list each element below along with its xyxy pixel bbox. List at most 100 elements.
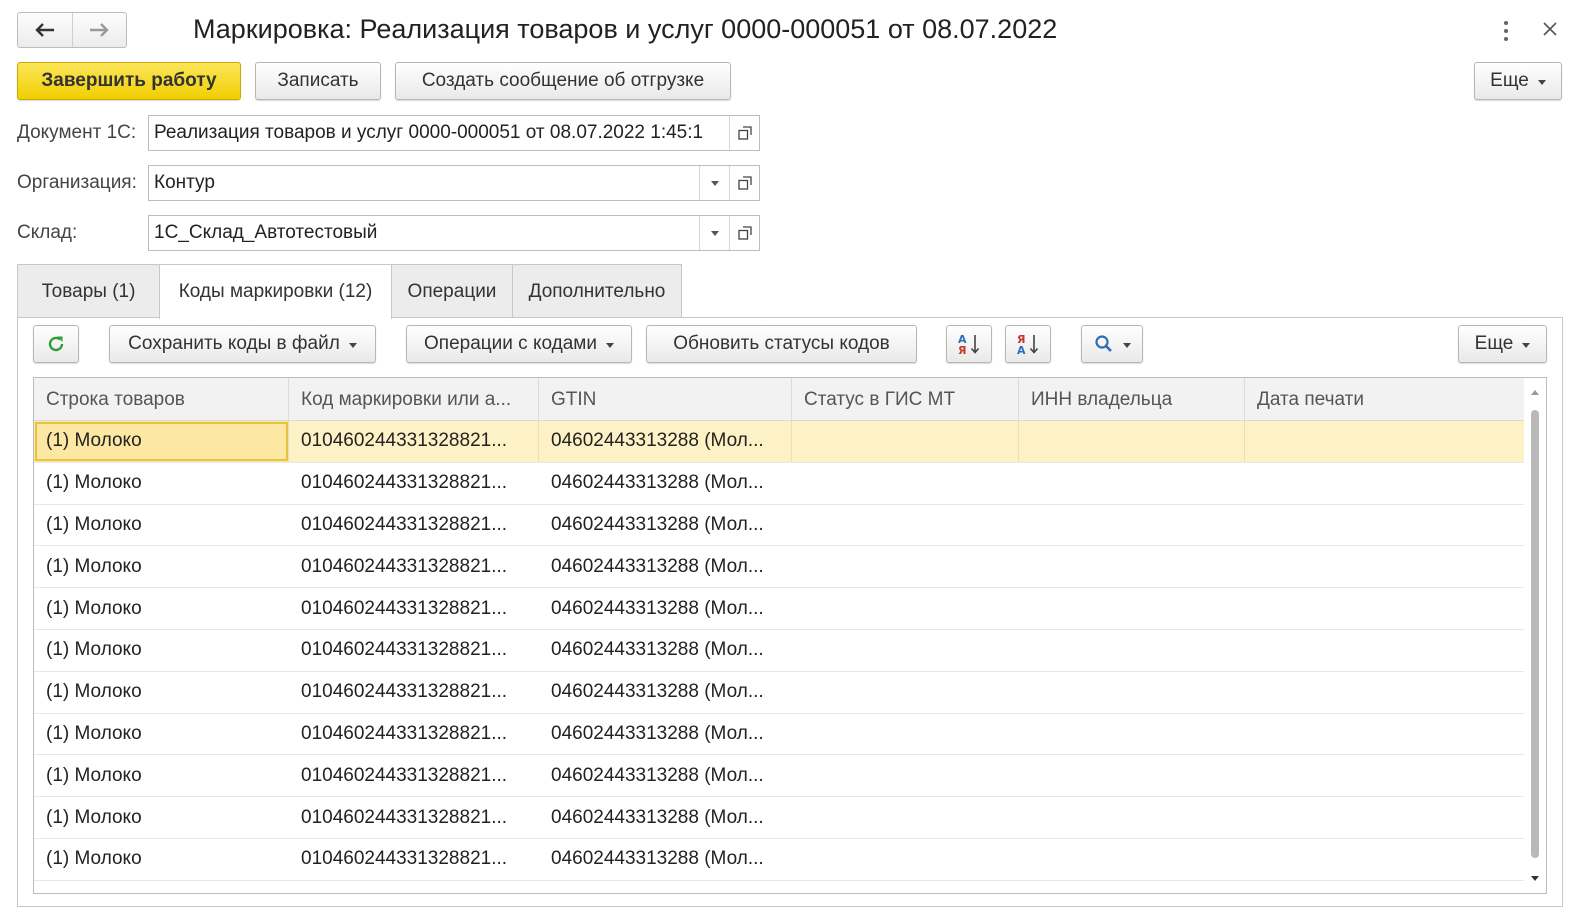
vertical-scrollbar[interactable] [1524,378,1546,893]
cell-owner-inn[interactable] [1019,463,1245,504]
cell-gtin[interactable]: 04602443313288 (Мол... [539,755,792,796]
refresh-button[interactable] [33,325,79,363]
cell-owner-inn[interactable] [1019,797,1245,838]
cell-owner-inn[interactable] [1019,714,1245,755]
cell-owner-inn[interactable] [1019,839,1245,880]
sort-descending-button[interactable]: Я А [1005,325,1051,363]
cell-goods-row[interactable]: (1) Молоко [34,505,289,546]
cell-gtin[interactable]: 04602443313288 (Мол... [539,505,792,546]
cell-marking-code[interactable]: 010460244331328821... [289,588,539,629]
cell-gis-status[interactable] [792,630,1019,671]
close-button[interactable] [1536,14,1564,44]
cell-gtin[interactable]: 04602443313288 (Мол... [539,797,792,838]
cell-marking-code[interactable]: 010460244331328821... [289,463,539,504]
cell-owner-inn[interactable] [1019,421,1245,462]
cell-print-date[interactable] [1245,755,1526,796]
cell-gis-status[interactable] [792,839,1019,880]
column-header-marking-code[interactable]: Код маркировки или а... [289,378,539,421]
save-button[interactable]: Записать [255,62,381,100]
column-header-goods-row[interactable]: Строка товаров [34,378,289,421]
cell-gis-status[interactable] [792,463,1019,504]
cell-gis-status[interactable] [792,421,1019,462]
cell-goods-row[interactable]: (1) Молоко [34,714,289,755]
save-codes-to-file-button[interactable]: Сохранить коды в файл [109,325,376,363]
cell-print-date[interactable] [1245,630,1526,671]
warehouse-field[interactable]: 1С_Склад_Автотестовый [148,215,760,251]
cell-owner-inn[interactable] [1019,672,1245,713]
cell-gtin[interactable]: 04602443313288 (Мол... [539,463,792,504]
scrollbar-thumb[interactable] [1531,410,1539,858]
cell-marking-code[interactable]: 010460244331328821... [289,505,539,546]
kebab-menu-icon[interactable] [1498,18,1514,44]
cell-owner-inn[interactable] [1019,630,1245,671]
table-row[interactable]: (1) Молоко 010460244331328821... 046024433… [34,505,1526,547]
cell-marking-code[interactable]: 010460244331328821... [289,797,539,838]
organization-field[interactable]: Контур [148,165,760,201]
cell-goods-row[interactable]: (1) Молоко [34,755,289,796]
code-operations-button[interactable]: Операции с кодами [406,325,632,363]
cell-gis-status[interactable] [792,672,1019,713]
cell-gtin[interactable]: 04602443313288 (Мол... [539,630,792,671]
cell-marking-code[interactable]: 010460244331328821... [289,672,539,713]
table-row[interactable]: (1) Молоко 010460244331328821... 046024433… [34,672,1526,714]
table-row[interactable]: (1) Молоко 010460244331328821... 046024433… [34,546,1526,589]
cell-print-date[interactable] [1245,463,1526,504]
cell-print-date[interactable] [1245,421,1526,462]
cell-goods-row[interactable]: (1) Молоко [34,421,289,462]
scroll-up-icon[interactable] [1531,390,1539,395]
cell-gis-status[interactable] [792,755,1019,796]
open-organization-button[interactable] [729,166,759,200]
update-code-statuses-button[interactable]: Обновить статусы кодов [646,325,917,363]
cell-gis-status[interactable] [792,546,1019,587]
table-row[interactable]: (1) Молоко 010460244331328821... 046024433… [34,588,1526,630]
cell-print-date[interactable] [1245,797,1526,838]
cell-goods-row[interactable]: (1) Молоко [34,797,289,838]
column-header-gtin[interactable]: GTIN [539,378,792,421]
tab-operations[interactable]: Операции [391,264,513,318]
back-button[interactable] [18,13,72,47]
cell-owner-inn[interactable] [1019,588,1245,629]
table-row[interactable]: (1) Молоко 010460244331328821... 046024433… [34,714,1526,756]
column-header-owner-inn[interactable]: ИНН владельца [1019,378,1245,421]
table-row[interactable]: (1) Молоко 010460244331328821... 046024433… [34,797,1526,839]
tab-goods[interactable]: Товары (1) [17,264,160,318]
cell-gis-status[interactable] [792,797,1019,838]
cell-marking-code[interactable]: 010460244331328821... [289,421,539,462]
column-header-print-date[interactable]: Дата печати [1245,378,1526,421]
cell-owner-inn[interactable] [1019,546,1245,587]
cell-gtin[interactable]: 04602443313288 (Мол... [539,672,792,713]
cell-goods-row[interactable]: (1) Молоко [34,463,289,504]
cell-gis-status[interactable] [792,588,1019,629]
cell-goods-row[interactable]: (1) Молоко [34,588,289,629]
column-header-gis-status[interactable]: Статус в ГИС МТ [792,378,1019,421]
open-document-button[interactable] [729,116,759,150]
cell-gtin[interactable]: 04602443313288 (Мол... [539,714,792,755]
cell-print-date[interactable] [1245,505,1526,546]
cell-print-date[interactable] [1245,714,1526,755]
create-shipment-message-button[interactable]: Создать сообщение об отгрузке [395,62,731,100]
open-warehouse-button[interactable] [729,216,759,250]
cell-gis-status[interactable] [792,714,1019,755]
cell-marking-code[interactable]: 010460244331328821... [289,714,539,755]
document-field[interactable]: Реализация товаров и услуг 0000-000051 о… [148,115,760,151]
table-row[interactable]: (1) Молоко 010460244331328821... 046024433… [34,421,1526,463]
table-row[interactable]: (1) Молоко 010460244331328821... 046024433… [34,630,1526,672]
cell-goods-row[interactable]: (1) Молоко [34,672,289,713]
organization-dropdown-button[interactable] [699,166,729,200]
scroll-down-icon[interactable] [1531,876,1539,881]
cell-gtin[interactable]: 04602443313288 (Мол... [539,546,792,587]
table-row[interactable]: (1) Молоко 010460244331328821... 046024433… [34,839,1526,881]
cell-gis-status[interactable] [792,505,1019,546]
cell-print-date[interactable] [1245,546,1526,587]
cell-print-date[interactable] [1245,839,1526,880]
cell-gtin[interactable]: 04602443313288 (Мол... [539,839,792,880]
cell-goods-row[interactable]: (1) Молоко [34,630,289,671]
cell-print-date[interactable] [1245,672,1526,713]
cell-print-date[interactable] [1245,588,1526,629]
cell-marking-code[interactable]: 010460244331328821... [289,546,539,587]
cell-marking-code[interactable]: 010460244331328821... [289,839,539,880]
tab-marking-codes[interactable]: Коды маркировки (12) [159,264,392,319]
sort-ascending-button[interactable]: А Я [946,325,992,363]
warehouse-dropdown-button[interactable] [699,216,729,250]
cell-marking-code[interactable]: 010460244331328821... [289,755,539,796]
